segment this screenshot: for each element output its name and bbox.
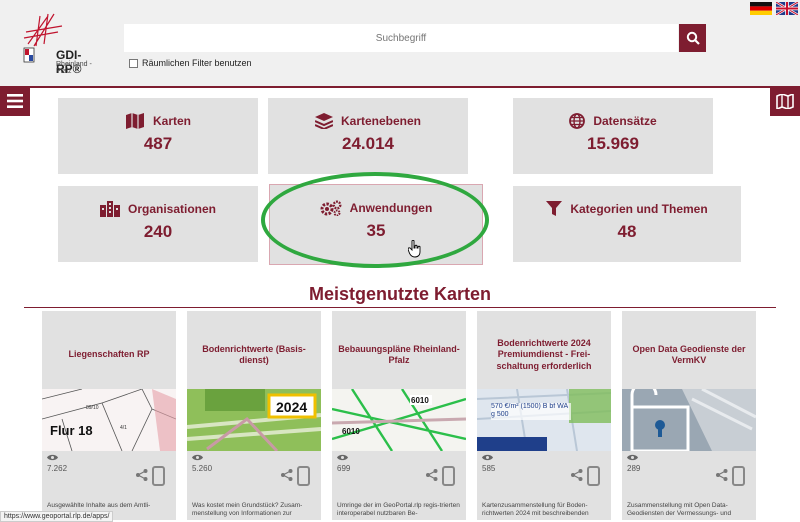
share-icon[interactable] (136, 469, 148, 481)
card-description: Umringe der im GeoPortal.rlp regis-trier… (337, 502, 460, 518)
card-thumbnail[interactable]: 570 €/m² (1500) B bf WA g 500 (477, 389, 611, 451)
card-thumbnail[interactable]: 89/10 4/1 Flur 18 (42, 389, 176, 451)
highlight-annotation (261, 172, 489, 268)
stat-tile-kategorien[interactable]: Kategorien und Themen 48 (513, 186, 741, 262)
german-flag-icon[interactable] (750, 2, 772, 15)
share-icon[interactable] (716, 469, 728, 481)
eye-icon (482, 454, 493, 461)
menu-button[interactable] (0, 86, 30, 116)
svg-text:4/1: 4/1 (120, 425, 127, 431)
card-description: Kartenzusammenstellung für Boden-richtwe… (482, 502, 589, 518)
search-input[interactable] (124, 24, 678, 52)
header: GDI-RP® Rheinland - Pfalz Räumlichen Fil… (0, 0, 800, 88)
map-icon (125, 113, 144, 129)
card-title: Open Data Geodienste der VermKV (632, 343, 746, 365)
card-title: Bodenrichtwerte 2024 Premiumdienst - Fre… (496, 338, 592, 371)
eye-icon (337, 454, 348, 461)
stat-label: Organisationen (127, 202, 216, 216)
stat-label: Kategorien und Themen (570, 202, 708, 216)
mobile-icon[interactable] (732, 466, 745, 486)
spatial-filter-label: Räumlichen Filter benutzen (142, 58, 252, 68)
card-thumbnail[interactable]: 2024 (187, 389, 321, 451)
map-card-open-data[interactable]: Open Data Geodienste der VermKV 289 Zusa… (622, 311, 756, 520)
card-description: Zusammenstellung mit Open Data-Geodienst… (627, 502, 732, 518)
filter-icon (546, 201, 563, 216)
map-view-button[interactable] (770, 86, 800, 116)
card-title: Bodenrichtwerte (Basis-dienst) (202, 343, 306, 365)
stat-label: Datensätze (593, 114, 657, 128)
share-icon[interactable] (281, 469, 293, 481)
card-description: Was kostet mein Grundstück? Zusam-menste… (192, 502, 303, 518)
stat-label: Kartenebenen (340, 114, 422, 128)
card-thumbnail[interactable] (622, 389, 756, 451)
search-button[interactable] (679, 24, 706, 52)
card-title: Bebauungspläne Rheinland-Pfalz (338, 343, 460, 365)
stat-tile-organisationen[interactable]: Organisationen 240 (58, 186, 258, 262)
mobile-icon[interactable] (297, 466, 310, 486)
eye-icon (192, 454, 203, 461)
stat-tile-datensaetze[interactable]: Datensätze 15.969 (513, 98, 713, 174)
building-icon (99, 201, 120, 217)
status-url: https://www.geoportal.rlp.de/apps/ (0, 511, 114, 522)
stat-value: 487 (143, 134, 173, 153)
logo-subtitle: Rheinland - Pfalz (56, 61, 92, 75)
share-icon[interactable] (571, 469, 583, 481)
view-count: 585 (482, 464, 496, 473)
mobile-icon[interactable] (442, 466, 455, 486)
card-image-text: 6010 (411, 396, 429, 405)
stat-value: 15.969 (587, 134, 639, 153)
svg-text:89/10: 89/10 (86, 405, 99, 411)
hand-cursor-icon (408, 240, 421, 258)
card-thumbnail[interactable]: 6010 6010 (332, 389, 466, 451)
card-image-text: Flur 18 (50, 423, 93, 438)
view-count: 7.262 (47, 464, 68, 473)
section-title: Meistgenutzte Karten (308, 284, 492, 304)
map-card-liegenschaften[interactable]: Liegenschaften RP 89/10 4/1 Flur 18 7.26… (42, 311, 176, 520)
stat-value: 24.014 (342, 134, 394, 153)
svg-text:6010: 6010 (342, 427, 360, 436)
eye-icon (627, 454, 638, 461)
gdi-rp-logo[interactable]: GDI-RP® Rheinland - Pfalz (18, 10, 98, 76)
stat-value: 48 (617, 222, 637, 241)
card-title: Liegenschaften RP (68, 349, 150, 360)
stat-value: 240 (143, 222, 173, 241)
hamburger-icon (7, 94, 23, 108)
view-count: 699 (337, 464, 351, 473)
spatial-filter-checkbox[interactable] (129, 58, 138, 68)
view-count: 289 (627, 464, 641, 473)
layers-icon (314, 113, 333, 129)
globe-icon (569, 113, 586, 129)
card-image-text: 2024 (276, 399, 307, 415)
english-flag-icon[interactable] (776, 2, 798, 15)
map-card-bodenrichtwerte-premium[interactable]: Bodenrichtwerte 2024 Premiumdienst - Fre… (477, 311, 611, 520)
share-icon[interactable] (426, 469, 438, 481)
search-icon (686, 31, 700, 45)
mobile-icon[interactable] (152, 466, 165, 486)
eye-icon (47, 454, 58, 461)
map-card-bebauungsplaene[interactable]: Bebauungspläne Rheinland-Pfalz 6010 6010… (332, 311, 466, 520)
card-image-text: 570 €/m² (1500) B bf WA g 500 (491, 403, 571, 420)
map-card-bodenrichtwerte[interactable]: Bodenrichtwerte (Basis-dienst) 2024 5.26… (187, 311, 321, 520)
card-description: Ausgewählte Inhalte aus dem Amtli- (47, 502, 151, 509)
stat-tile-kartenebenen[interactable]: Kartenebenen 24.014 (268, 98, 468, 174)
mobile-icon[interactable] (587, 466, 600, 486)
stat-tile-karten[interactable]: Karten 487 (58, 98, 258, 174)
map-icon (776, 93, 794, 109)
section-divider (24, 307, 776, 308)
view-count: 5.260 (192, 464, 213, 473)
stat-label: Karten (152, 114, 191, 128)
spatial-filter[interactable]: Räumlichen Filter benutzen (129, 58, 252, 68)
